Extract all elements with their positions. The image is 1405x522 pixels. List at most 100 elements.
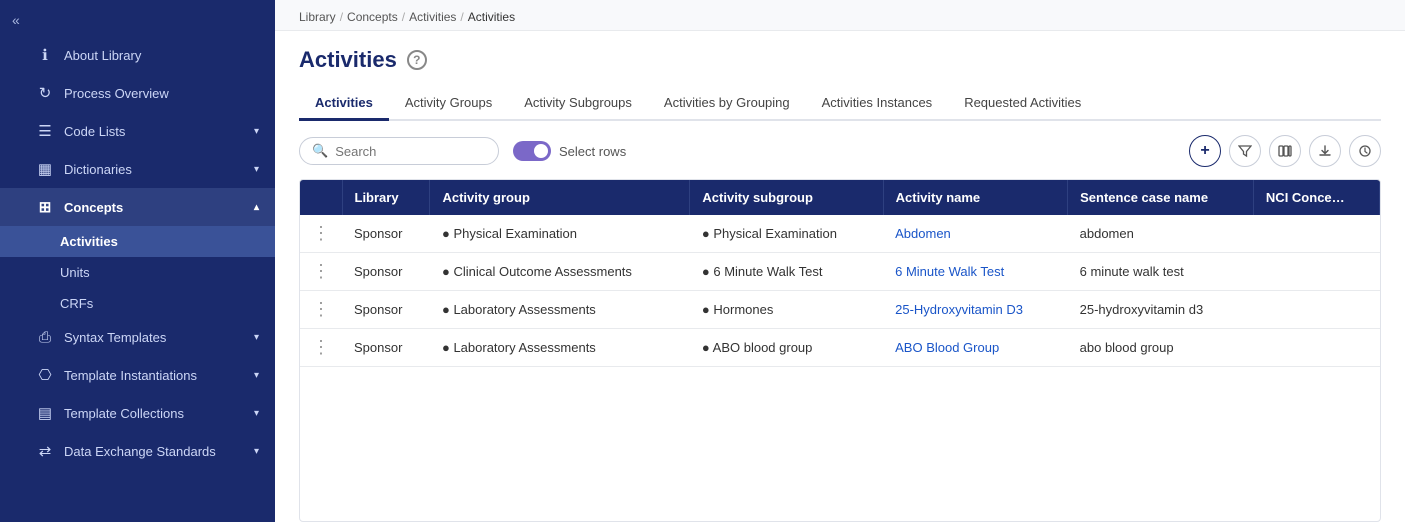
page-title-row: Activities ? <box>299 47 1381 73</box>
page-title: Activities <box>299 47 397 73</box>
row-menu-button[interactable]: ⋮ <box>300 329 342 367</box>
cell-nci <box>1253 329 1379 367</box>
breadcrumb-concepts[interactable]: Concepts <box>347 10 398 24</box>
sidebar-item-data-exchange-standards[interactable]: ⇄ Data Exchange Standards ▾ <box>0 432 275 470</box>
sidebar-sub-item-label: CRFs <box>60 296 93 311</box>
tab-activities[interactable]: Activities <box>299 87 389 121</box>
exchange-icon: ⇄ <box>36 442 54 460</box>
cell-activity-name[interactable]: ABO Blood Group <box>883 329 1068 367</box>
table-row: ⋮Sponsor● Clinical Outcome Assessments● … <box>300 253 1380 291</box>
toolbar: 🔍 Select rows + <box>299 135 1381 167</box>
sidebar-item-label: Concepts <box>64 200 244 215</box>
table-col-activity-group: Activity group <box>430 180 690 215</box>
sidebar-item-concepts[interactable]: ⊞ Concepts ▴ <box>0 188 275 226</box>
cell-activity-name[interactable]: 25-Hydroxyvitamin D3 <box>883 291 1068 329</box>
activity-name-link[interactable]: ABO Blood Group <box>895 340 999 355</box>
tab-activity-groups[interactable]: Activity Groups <box>389 87 508 121</box>
sidebar-item-label: Dictionaries <box>64 162 244 177</box>
chevron-down-icon: ▾ <box>254 370 259 381</box>
cell-sentence-case-name: 25-hydroxyvitamin d3 <box>1068 291 1254 329</box>
activities-table-wrapper[interactable]: Library Activity group Activity subgroup… <box>299 179 1381 522</box>
search-input[interactable] <box>335 144 486 159</box>
toolbar-left: 🔍 Select rows <box>299 137 626 165</box>
chevron-up-icon: ▴ <box>254 202 259 213</box>
cell-nci <box>1253 253 1379 291</box>
cell-activity-group: ● Laboratory Assessments <box>430 329 690 367</box>
sidebar-item-label: About Library <box>64 48 259 63</box>
table-col-library: Library <box>342 180 430 215</box>
history-button[interactable] <box>1349 135 1381 167</box>
activities-table: Library Activity group Activity subgroup… <box>300 180 1380 367</box>
process-icon: ↻ <box>36 84 54 102</box>
cell-activity-group: ● Clinical Outcome Assessments <box>430 253 690 291</box>
cell-library: Sponsor <box>342 253 430 291</box>
cell-activity-name[interactable]: Abdomen <box>883 215 1068 253</box>
sidebar-item-label: Code Lists <box>64 124 244 139</box>
toolbar-right: + <box>1189 135 1381 167</box>
activity-name-link[interactable]: Abdomen <box>895 226 951 241</box>
list-icon: ☰ <box>36 122 54 140</box>
table-row: ⋮Sponsor● Physical Examination● Physical… <box>300 215 1380 253</box>
breadcrumb-sep-2: / <box>402 10 405 24</box>
select-rows-toggle[interactable] <box>513 141 551 161</box>
activity-name-link[interactable]: 25-Hydroxyvitamin D3 <box>895 302 1023 317</box>
activity-name-link[interactable]: 6 Minute Walk Test <box>895 264 1004 279</box>
cell-library: Sponsor <box>342 329 430 367</box>
cell-nci <box>1253 291 1379 329</box>
table-row: ⋮Sponsor● Laboratory Assessments● ABO bl… <box>300 329 1380 367</box>
sidebar-item-about-library[interactable]: ℹ About Library <box>0 36 275 74</box>
cell-activity-subgroup: ● ABO blood group <box>690 329 883 367</box>
help-icon[interactable]: ? <box>407 50 427 70</box>
sidebar-item-code-lists[interactable]: ☰ Code Lists ▾ <box>0 112 275 150</box>
sidebar-sub-item-label: Activities <box>60 234 118 249</box>
breadcrumb-sep-1: / <box>340 10 343 24</box>
table-col-activity-name: Activity name <box>883 180 1068 215</box>
tab-activities-instances[interactable]: Activities Instances <box>806 87 949 121</box>
row-menu-button[interactable]: ⋮ <box>300 253 342 291</box>
add-button[interactable]: + <box>1189 135 1221 167</box>
chevron-down-icon: ▾ <box>254 408 259 419</box>
download-button[interactable] <box>1309 135 1341 167</box>
table-col-sentence-case-name: Sentence case name <box>1068 180 1254 215</box>
search-box: 🔍 <box>299 137 499 165</box>
cell-sentence-case-name: abo blood group <box>1068 329 1254 367</box>
sidebar-item-process-overview[interactable]: ↻ Process Overview <box>0 74 275 112</box>
breadcrumb-activities-active: Activities <box>468 10 515 24</box>
page-content: Activities ? Activities Activity Groups … <box>275 31 1405 522</box>
select-rows-toggle-row: Select rows <box>513 141 626 161</box>
breadcrumb-library[interactable]: Library <box>299 10 336 24</box>
info-icon: ℹ <box>36 46 54 64</box>
filter-button[interactable] <box>1229 135 1261 167</box>
tab-requested-activities[interactable]: Requested Activities <box>948 87 1097 121</box>
sidebar-item-template-instantiations[interactable]: ⎔ Template Instantiations ▾ <box>0 356 275 394</box>
cell-activity-subgroup: ● 6 Minute Walk Test <box>690 253 883 291</box>
cell-sentence-case-name: abdomen <box>1068 215 1254 253</box>
sidebar-item-label: Template Instantiations <box>64 368 244 383</box>
columns-button[interactable] <box>1269 135 1301 167</box>
cell-activity-group: ● Physical Examination <box>430 215 690 253</box>
sidebar-sub-item-label: Units <box>60 265 90 280</box>
sidebar-collapse-button[interactable]: « <box>8 8 24 32</box>
cell-activity-name[interactable]: 6 Minute Walk Test <box>883 253 1068 291</box>
sidebar-item-label: Data Exchange Standards <box>64 444 244 459</box>
sidebar-item-dictionaries[interactable]: ▦ Dictionaries ▾ <box>0 150 275 188</box>
chevron-down-icon: ▾ <box>254 164 259 175</box>
table-col-nci: NCI Conce… <box>1253 180 1379 215</box>
breadcrumb: Library / Concepts / Activities / Activi… <box>275 0 1405 31</box>
cell-activity-subgroup: ● Hormones <box>690 291 883 329</box>
row-menu-button[interactable]: ⋮ <box>300 215 342 253</box>
row-menu-button[interactable]: ⋮ <box>300 291 342 329</box>
sidebar-sub-item-crfs[interactable]: CRFs <box>0 288 275 319</box>
cell-activity-group: ● Laboratory Assessments <box>430 291 690 329</box>
sidebar-sub-item-units[interactable]: Units <box>0 257 275 288</box>
select-rows-label: Select rows <box>559 144 626 159</box>
breadcrumb-activities-link[interactable]: Activities <box>409 10 456 24</box>
tab-activity-subgroups[interactable]: Activity Subgroups <box>508 87 648 121</box>
sidebar-sub-item-activities[interactable]: Activities <box>0 226 275 257</box>
cell-library: Sponsor <box>342 215 430 253</box>
table-row: ⋮Sponsor● Laboratory Assessments● Hormon… <box>300 291 1380 329</box>
sidebar-item-syntax-templates[interactable]: ⎙ Syntax Templates ▾ <box>0 319 275 356</box>
chevron-down-icon: ▾ <box>254 126 259 137</box>
tab-activities-by-grouping[interactable]: Activities by Grouping <box>648 87 806 121</box>
sidebar-item-template-collections[interactable]: ▤ Template Collections ▾ <box>0 394 275 432</box>
